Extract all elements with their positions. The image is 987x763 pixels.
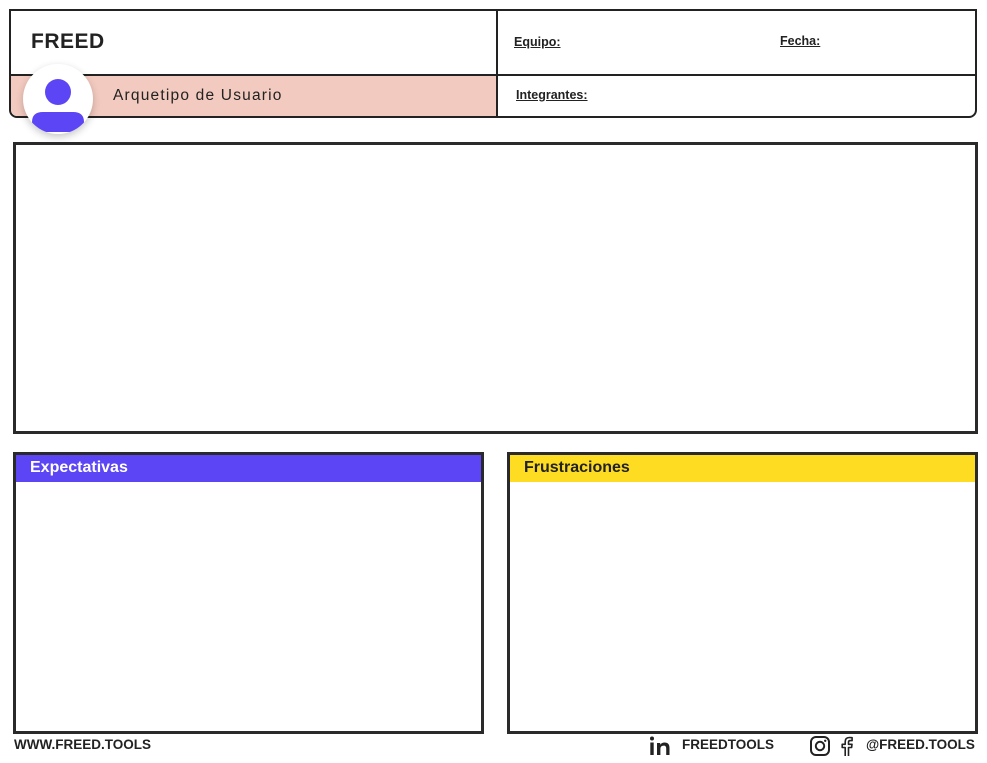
social-handle[interactable]: @FREED.TOOLS <box>866 737 975 752</box>
team-label: Equipo: <box>514 35 561 49</box>
linkedin-icon[interactable] <box>648 735 672 757</box>
facebook-icon[interactable] <box>838 735 856 757</box>
frustrations-content-area[interactable] <box>510 482 975 731</box>
team-date-cell: Equipo: Fecha: <box>498 11 975 76</box>
frustrations-title: Frustraciones <box>524 459 630 476</box>
expectations-header: Expectativas <box>16 455 481 482</box>
header-card: FREED Arquetipo de Usuario Equipo: Fecha… <box>9 9 977 134</box>
brand-cell: FREED <box>11 11 498 76</box>
linkedin-handle[interactable]: FREEDTOOLS <box>682 737 774 752</box>
expectations-title: Expectativas <box>30 459 128 476</box>
expectations-panel: Expectativas <box>13 452 484 734</box>
frustrations-panel: Frustraciones <box>507 452 978 734</box>
date-label: Fecha: <box>780 34 821 48</box>
archetype-description-area[interactable] <box>13 142 978 434</box>
website-link[interactable]: WWW.FREED.TOOLS <box>14 737 151 752</box>
instagram-icon[interactable] <box>809 735 831 757</box>
expectations-content-area[interactable] <box>16 482 481 731</box>
archetype-title: Arquetipo de Usuario <box>113 87 283 104</box>
frustrations-header: Frustraciones <box>510 455 975 482</box>
brand-logo-text: FREED <box>31 30 105 53</box>
user-avatar-icon <box>23 64 93 134</box>
members-label: Integrantes: <box>516 88 588 102</box>
